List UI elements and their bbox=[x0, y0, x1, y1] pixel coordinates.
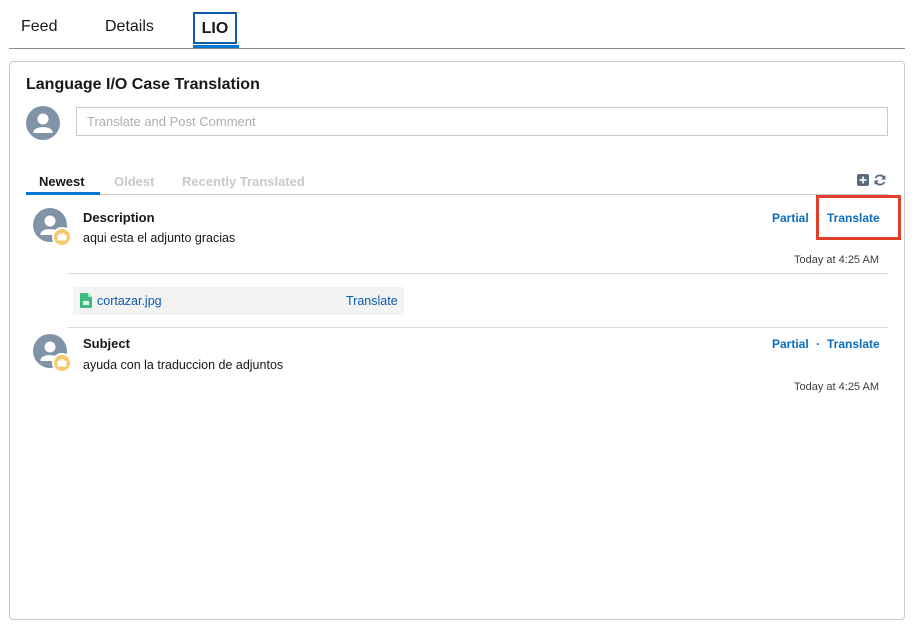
comment-input[interactable] bbox=[76, 107, 888, 136]
divider bbox=[67, 273, 888, 274]
attachment-file-link[interactable]: cortazar.jpg bbox=[97, 294, 162, 308]
tab-details[interactable]: Details bbox=[105, 18, 154, 36]
entry-timestamp: Today at 4:25 AM bbox=[794, 254, 879, 266]
divider bbox=[67, 327, 888, 328]
case-badge bbox=[52, 353, 72, 373]
user-icon bbox=[33, 113, 53, 133]
add-icon[interactable] bbox=[856, 173, 870, 187]
case-badge bbox=[52, 227, 72, 247]
highlight-box bbox=[816, 195, 901, 240]
tab-feed[interactable]: Feed bbox=[21, 18, 57, 36]
card-title: Language I/O Case Translation bbox=[26, 76, 260, 93]
tab-lio[interactable]: LIO bbox=[193, 12, 237, 44]
current-user-avatar bbox=[26, 106, 60, 140]
active-tab-indicator bbox=[193, 45, 239, 48]
entry-timestamp: Today at 4:25 AM bbox=[794, 381, 879, 393]
entry-text: ayuda con la traduccion de adjuntos bbox=[83, 358, 284, 372]
attachment-row: cortazar.jpg Translate bbox=[73, 287, 404, 315]
entry-title: Subject bbox=[83, 336, 130, 351]
sort-tab-bar: Newest Oldest Recently Translated bbox=[26, 169, 889, 195]
entry-avatar bbox=[33, 208, 72, 247]
top-tab-bar: Feed Details LIO bbox=[9, 0, 905, 49]
entry-avatar bbox=[33, 334, 72, 373]
active-sort-indicator bbox=[26, 192, 100, 195]
link-separator: · bbox=[816, 337, 820, 351]
tab-recently-translated[interactable]: Recently Translated bbox=[182, 174, 305, 189]
partial-link[interactable]: Partial bbox=[772, 211, 809, 225]
entry-text: aqui esta el adjunto gracias bbox=[83, 231, 236, 245]
image-file-icon bbox=[80, 293, 92, 308]
partial-link[interactable]: Partial bbox=[772, 337, 809, 351]
translate-link[interactable]: Translate bbox=[827, 337, 880, 351]
refresh-icon[interactable] bbox=[873, 173, 887, 187]
lio-translation-card: Language I/O Case Translation Newest Old… bbox=[9, 61, 905, 620]
briefcase-icon bbox=[57, 359, 67, 367]
entry-title: Description bbox=[83, 210, 155, 225]
tab-oldest[interactable]: Oldest bbox=[114, 174, 154, 189]
attachment-translate-link[interactable]: Translate bbox=[346, 294, 398, 308]
briefcase-icon bbox=[57, 233, 67, 241]
tab-newest[interactable]: Newest bbox=[39, 174, 85, 189]
